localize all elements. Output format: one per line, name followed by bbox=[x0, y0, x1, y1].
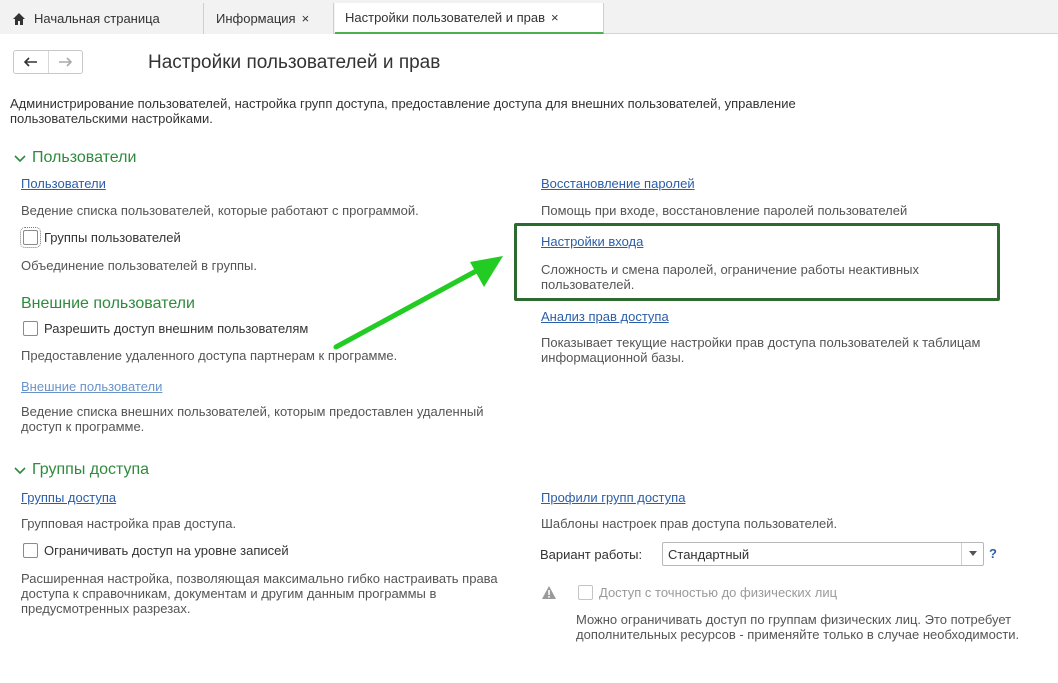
allow-external-checkbox-box[interactable] bbox=[23, 321, 38, 336]
tab-home[interactable]: Начальная страница bbox=[0, 3, 204, 34]
users-note: Ведение списка пользователей, которые ра… bbox=[21, 203, 419, 218]
tab-info-label: Информация bbox=[216, 11, 296, 26]
users-link[interactable]: Пользователи bbox=[21, 176, 106, 191]
user-groups-checkbox-box[interactable] bbox=[20, 227, 41, 248]
allow-external-note: Предоставление удаленного доступа партне… bbox=[21, 348, 398, 363]
allow-external-checkbox-label: Разрешить доступ внешним пользователям bbox=[44, 321, 309, 336]
section-access-title: Группы доступа bbox=[32, 461, 150, 478]
section-users-toggle[interactable]: Пользователи bbox=[14, 149, 136, 167]
allow-external-checkbox[interactable]: Разрешить доступ внешним пользователям bbox=[23, 321, 308, 336]
restrict-records-checkbox-box[interactable] bbox=[23, 543, 38, 558]
help-icon[interactable]: ? bbox=[989, 546, 997, 561]
external-users-link[interactable]: Внешние пользователи bbox=[21, 379, 162, 394]
external-users-link-note: Ведение списка внешних пользователей, ко… bbox=[21, 404, 484, 434]
page-title: Настройки пользователей и прав bbox=[148, 52, 441, 73]
back-button[interactable] bbox=[14, 51, 48, 73]
dropdown-icon[interactable] bbox=[961, 543, 983, 565]
variant-label: Вариант работы: bbox=[540, 547, 643, 562]
tab-info[interactable]: Информация × bbox=[204, 3, 334, 34]
individuals-note: Можно ограничивать доступ по группам физ… bbox=[576, 612, 1020, 642]
restrict-records-note: Расширенная настройка, позволяющая макси… bbox=[21, 571, 498, 616]
warning-icon bbox=[542, 586, 556, 599]
password-recovery-link[interactable]: Восстановление паролей bbox=[541, 176, 695, 191]
tab-home-label: Начальная страница bbox=[34, 11, 160, 26]
external-users-title: Внешние пользователи bbox=[21, 295, 195, 312]
arrow-left-icon bbox=[23, 57, 37, 67]
user-groups-checkbox-label: Группы пользователей bbox=[44, 230, 181, 245]
login-settings-link[interactable]: Настройки входа bbox=[541, 234, 643, 249]
section-users-title: Пользователи bbox=[32, 149, 137, 166]
individuals-checkbox-label: Доступ с точностью до физических лиц bbox=[599, 585, 838, 600]
variant-select-value: Стандартный bbox=[668, 546, 750, 562]
access-groups-link[interactable]: Группы доступа bbox=[21, 490, 116, 505]
password-recovery-note: Помощь при входе, восстановление паролей… bbox=[541, 203, 908, 218]
tab-settings-close-icon[interactable]: × bbox=[551, 10, 559, 25]
restrict-records-checkbox[interactable]: Ограничивать доступ на уровне записей bbox=[23, 543, 289, 558]
rights-analysis-link[interactable]: Анализ прав доступа bbox=[541, 309, 669, 324]
access-profiles-note: Шаблоны настроек прав доступа пользовате… bbox=[541, 516, 838, 531]
forward-button[interactable] bbox=[47, 51, 83, 73]
home-icon bbox=[13, 12, 25, 25]
login-settings-note: Сложность и смена паролей, ограничение р… bbox=[541, 262, 919, 292]
user-groups-note: Объединение пользователей в группы. bbox=[21, 258, 257, 273]
tab-info-close-icon[interactable]: × bbox=[302, 11, 310, 26]
tab-bar: Начальная страница Информация × Настройк… bbox=[0, 0, 1058, 34]
arrow-right-icon bbox=[59, 57, 73, 67]
chevron-down-icon bbox=[14, 155, 26, 163]
tab-settings-label: Настройки пользователей и прав bbox=[345, 10, 546, 25]
section-access-toggle[interactable]: Группы доступа bbox=[14, 461, 149, 479]
rights-analysis-note: Показывает текущие настройки прав доступ… bbox=[541, 335, 981, 365]
access-groups-note: Групповая настройка прав доступа. bbox=[21, 516, 237, 531]
chevron-down-icon bbox=[14, 467, 26, 475]
access-profiles-link[interactable]: Профили групп доступа bbox=[541, 490, 685, 505]
individuals-checkbox[interactable]: Доступ с точностью до физических лиц bbox=[578, 585, 837, 600]
page-description: Администрирование пользователей, настрой… bbox=[10, 96, 796, 126]
restrict-records-checkbox-label: Ограничивать доступ на уровне записей bbox=[44, 543, 289, 558]
tab-settings[interactable]: Настройки пользователей и прав × bbox=[335, 3, 604, 34]
nav-buttons bbox=[13, 50, 83, 74]
user-groups-checkbox[interactable]: Группы пользователей bbox=[20, 227, 181, 248]
individuals-checkbox-box[interactable] bbox=[578, 585, 593, 600]
variant-select[interactable]: Стандартный bbox=[662, 542, 984, 566]
